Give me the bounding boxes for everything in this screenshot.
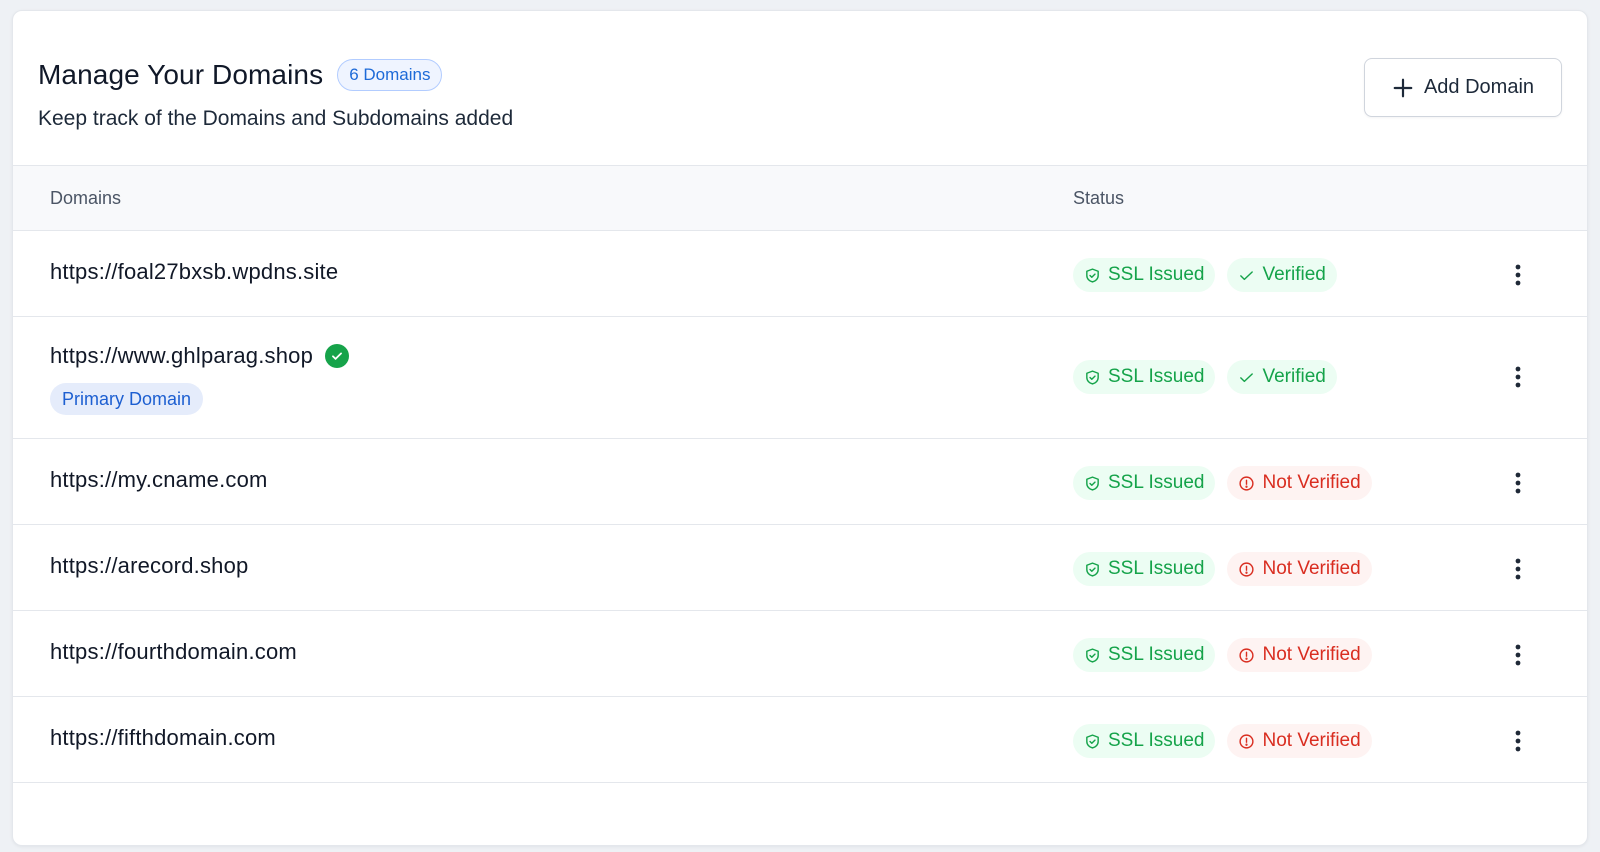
alert-circle-icon	[1238, 647, 1255, 664]
table-row: https://foal27bxsb.wpdns.site SSL Issued…	[13, 231, 1587, 317]
table-header: Domains Status	[13, 166, 1587, 231]
ssl-status-label: SSL Issued	[1108, 264, 1205, 285]
table-row: https://fourthdomain.com SSL Issued Not …	[13, 611, 1587, 697]
domain-url[interactable]: https://fifthdomain.com	[50, 725, 276, 751]
domains-card: Manage Your Domains 6 Domains Keep track…	[12, 10, 1588, 846]
status-cell: SSL Issued Verified	[1073, 258, 1337, 292]
ssl-status-badge: SSL Issued	[1073, 724, 1216, 758]
domain-cell: https://fourthdomain.com	[50, 639, 297, 665]
verification-status-badge: Not Verified	[1227, 552, 1372, 586]
more-vertical-icon	[1515, 263, 1521, 287]
verification-status-label: Not Verified	[1262, 558, 1361, 579]
row-actions-button[interactable]	[1503, 260, 1533, 290]
ssl-status-badge: SSL Issued	[1073, 638, 1216, 672]
ssl-status-label: SSL Issued	[1108, 644, 1205, 665]
verification-status-badge: Verified	[1227, 360, 1337, 394]
row-actions-button[interactable]	[1503, 554, 1533, 584]
shield-check-icon	[1084, 475, 1101, 492]
verification-status-label: Verified	[1262, 264, 1326, 285]
domain-cell: https://arecord.shop	[50, 553, 248, 579]
verification-status-badge: Not Verified	[1227, 638, 1372, 672]
domain-url[interactable]: https://my.cname.com	[50, 467, 268, 493]
domain-cell: https://foal27bxsb.wpdns.site	[50, 259, 338, 285]
domain-line: https://fourthdomain.com	[50, 639, 297, 665]
check-icon	[1238, 369, 1255, 386]
status-cell: SSL Issued Not Verified	[1073, 466, 1372, 500]
verification-status-label: Not Verified	[1262, 730, 1361, 751]
table-row: https://my.cname.com SSL Issued Not Veri…	[13, 439, 1587, 525]
verification-status-label: Not Verified	[1262, 472, 1361, 493]
ssl-status-label: SSL Issued	[1108, 472, 1205, 493]
more-vertical-icon	[1515, 729, 1521, 753]
status-cell: SSL Issued Not Verified	[1073, 724, 1372, 758]
add-domain-label: Add Domain	[1423, 76, 1535, 98]
alert-circle-icon	[1238, 475, 1255, 492]
shield-check-icon	[1084, 733, 1101, 750]
domain-line: https://foal27bxsb.wpdns.site	[50, 259, 338, 285]
domain-line: https://arecord.shop	[50, 553, 248, 579]
domain-line: https://www.ghlparag.shop	[50, 343, 350, 369]
domain-url[interactable]: https://www.ghlparag.shop	[50, 343, 313, 369]
verification-status-badge: Verified	[1227, 258, 1337, 292]
column-header-status: Status	[1073, 187, 1125, 208]
verification-status-label: Verified	[1262, 366, 1326, 387]
domain-url[interactable]: https://foal27bxsb.wpdns.site	[50, 259, 338, 285]
verification-status-label: Not Verified	[1262, 644, 1361, 665]
plus-icon	[1393, 78, 1413, 97]
row-actions-button[interactable]	[1503, 468, 1533, 498]
ssl-status-badge: SSL Issued	[1073, 552, 1216, 586]
status-cell: SSL Issued Verified	[1073, 360, 1337, 394]
check-circle-icon	[325, 344, 350, 368]
domain-cell: https://my.cname.com	[50, 467, 268, 493]
row-actions-button[interactable]	[1503, 362, 1533, 392]
ssl-status-badge: SSL Issued	[1073, 466, 1216, 500]
add-domain-button[interactable]: Add Domain	[1364, 58, 1562, 117]
table-row: https://arecord.shop SSL Issued Not Veri…	[13, 525, 1587, 611]
alert-circle-icon	[1238, 733, 1255, 750]
table-row: https://fifthdomain.com SSL Issued Not V…	[13, 697, 1587, 783]
verification-status-badge: Not Verified	[1227, 466, 1372, 500]
title-row: Manage Your Domains 6 Domains	[38, 59, 443, 91]
domain-line: https://my.cname.com	[50, 467, 268, 493]
page-subtitle: Keep track of the Domains and Subdomains…	[38, 107, 514, 130]
domain-cell: https://www.ghlparag.shop Primary Domain	[50, 343, 350, 415]
domain-cell: https://fifthdomain.com	[50, 725, 276, 751]
check-icon	[1238, 267, 1255, 284]
shield-check-icon	[1084, 561, 1101, 578]
card-header: Manage Your Domains 6 Domains Keep track…	[13, 11, 1587, 166]
ssl-status-label: SSL Issued	[1108, 730, 1205, 751]
domain-url[interactable]: https://fourthdomain.com	[50, 639, 297, 665]
more-vertical-icon	[1515, 557, 1521, 581]
ssl-status-badge: SSL Issued	[1073, 258, 1216, 292]
shield-check-icon	[1084, 267, 1101, 284]
shield-check-icon	[1084, 369, 1101, 386]
alert-circle-icon	[1238, 561, 1255, 578]
domain-count-badge: 6 Domains	[337, 59, 443, 91]
more-vertical-icon	[1515, 643, 1521, 667]
domain-url[interactable]: https://arecord.shop	[50, 553, 248, 579]
table-row: https://www.ghlparag.shop Primary Domain…	[13, 317, 1587, 439]
domain-line: https://fifthdomain.com	[50, 725, 276, 751]
status-cell: SSL Issued Not Verified	[1073, 552, 1372, 586]
page-title: Manage Your Domains	[38, 59, 324, 90]
shield-check-icon	[1084, 647, 1101, 664]
ssl-status-label: SSL Issued	[1108, 558, 1205, 579]
primary-domain-badge: Primary Domain	[50, 383, 204, 415]
row-actions-button[interactable]	[1503, 726, 1533, 756]
more-vertical-icon	[1515, 365, 1521, 389]
more-vertical-icon	[1515, 471, 1521, 495]
verification-status-badge: Not Verified	[1227, 724, 1372, 758]
column-header-domains: Domains	[50, 187, 122, 208]
status-cell: SSL Issued Not Verified	[1073, 638, 1372, 672]
ssl-status-label: SSL Issued	[1108, 366, 1205, 387]
row-actions-button[interactable]	[1503, 640, 1533, 670]
table-body: https://foal27bxsb.wpdns.site SSL Issued…	[13, 231, 1587, 783]
ssl-status-badge: SSL Issued	[1073, 360, 1216, 394]
